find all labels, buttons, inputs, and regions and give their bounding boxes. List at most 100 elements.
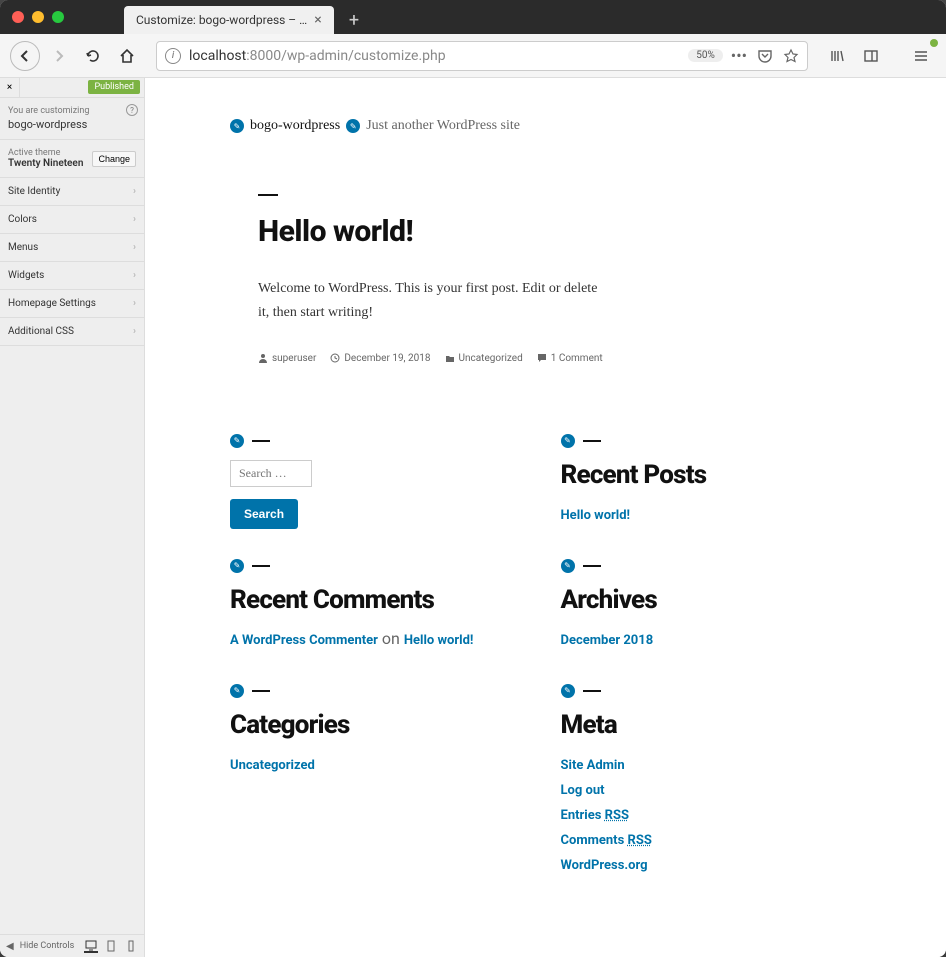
sidebar-icon[interactable] [856,41,886,71]
url-text: localhost:8000/wp-admin/customize.php [189,48,680,64]
edit-shortcut-icon[interactable]: ✎ [561,559,575,573]
zoom-badge[interactable]: 50% [688,49,723,62]
pocket-icon[interactable] [757,48,773,64]
sidebar-item-site-identity[interactable]: Site Identity › [0,178,144,206]
widget-recent-comments: ✎ Recent Comments A WordPress Commenter … [230,559,531,654]
tab-title: Customize: bogo-wordpress – Just [136,13,310,27]
post-divider [258,194,278,196]
sidebar-item-label: Colors [8,214,37,225]
minimize-window-icon[interactable] [32,11,44,23]
publish-status: Published [20,78,144,97]
bookmark-icon[interactable] [783,48,799,64]
post-author[interactable]: superuser [272,353,316,364]
chevron-right-icon: › [133,214,136,225]
menu-icon[interactable] [906,41,936,71]
browser-tab[interactable]: Customize: bogo-wordpress – Just × [124,6,334,34]
hide-controls-button[interactable]: Hide Controls [20,941,78,951]
site-title[interactable]: bogo-wordpress [250,118,340,134]
search-button[interactable]: Search [230,499,298,529]
url-field[interactable]: i localhost:8000/wp-admin/customize.php … [156,41,808,71]
tab-close-icon[interactable]: × [310,12,326,28]
customizing-label: You are customizing [8,106,136,116]
edit-shortcut-icon[interactable]: ✎ [561,684,575,698]
meta-logout-link[interactable]: Log out [561,783,605,798]
widget-search: ✎ Search [230,434,531,529]
site-name-label: bogo-wordpress [8,118,136,131]
edit-shortcut-icon[interactable]: ✎ [230,434,244,448]
tablet-preview-icon[interactable] [104,939,118,953]
close-customizer-button[interactable]: × [0,78,20,97]
edit-shortcut-icon[interactable]: ✎ [230,559,244,573]
url-path: :8000/wp-admin/customize.php [246,48,445,64]
sidebar-item-colors[interactable]: Colors › [0,206,144,234]
archive-link[interactable]: December 2018 [561,633,654,648]
site-tagline: Just another WordPress site [366,118,520,134]
widget-archives: ✎ Archives December 2018 [561,559,862,654]
site-header: ✎ bogo-wordpress ✎ Just another WordPres… [230,118,861,134]
library-icon[interactable] [822,41,852,71]
new-tab-button[interactable]: + [340,6,368,34]
content-area: × Published You are customizing bogo-wor… [0,78,946,957]
comment-post-link[interactable]: Hello world! [404,633,474,648]
chevron-right-icon: › [133,242,136,253]
site-preview: ✎ bogo-wordpress ✎ Just another WordPres… [145,78,946,957]
meta-site-admin-link[interactable]: Site Admin [561,758,625,773]
edit-shortcut-icon[interactable]: ✎ [346,119,360,133]
search-input[interactable] [230,460,312,487]
edit-shortcut-icon[interactable]: ✎ [561,434,575,448]
commenter-link[interactable]: A WordPress Commenter [230,633,378,648]
sidebar-footer: ◀ Hide Controls [0,934,144,957]
site-info-icon[interactable]: i [165,48,181,64]
post-title[interactable]: Hello world! [258,214,861,249]
sidebar-item-label: Site Identity [8,186,60,197]
sidebar-item-label: Menus [8,242,38,253]
change-theme-button[interactable]: Change [92,151,136,167]
collapse-icon[interactable]: ◀ [6,941,14,952]
desktop-preview-icon[interactable] [84,939,98,953]
post-body: Welcome to WordPress. This is your first… [258,277,598,325]
post-comments[interactable]: 1 Comment [551,353,603,364]
chevron-right-icon: › [133,186,136,197]
widget-title: Categories [230,710,531,740]
date-icon [330,353,340,363]
widgets-area: ✎ Search ✎ Recent Posts Hello world! ✎ R… [230,434,861,879]
help-icon[interactable]: ? [126,104,138,116]
meta-wporg-link[interactable]: WordPress.org [561,858,648,873]
forward-button[interactable] [44,41,74,71]
mobile-preview-icon[interactable] [124,939,138,953]
browser-window: Customize: bogo-wordpress – Just × + i l… [0,0,946,957]
author-icon [258,353,268,363]
published-badge: Published [88,80,140,94]
widget-categories: ✎ Categories Uncategorized [230,684,531,879]
recent-comment-item: A WordPress Commenter on Hello world! [230,629,531,648]
close-window-icon[interactable] [12,11,24,23]
post-category[interactable]: Uncategorized [459,353,523,364]
browser-tabs: Customize: bogo-wordpress – Just × + [124,0,368,34]
traffic-lights [12,11,64,23]
category-link[interactable]: Uncategorized [230,758,315,773]
maximize-window-icon[interactable] [52,11,64,23]
reload-button[interactable] [78,41,108,71]
home-button[interactable] [112,41,142,71]
comment-icon [537,353,547,363]
edit-shortcut-icon[interactable]: ✎ [230,684,244,698]
widget-recent-posts: ✎ Recent Posts Hello world! [561,434,862,529]
post-date: December 19, 2018 [344,353,430,364]
meta-entries-rss-link[interactable]: Entries RSS [561,808,629,823]
more-icon[interactable]: ••• [731,46,747,65]
theme-section[interactable]: Active theme Twenty Nineteen Change [0,140,144,178]
on-text: on [378,629,404,648]
widget-title: Recent Posts [561,460,862,490]
edit-shortcut-icon[interactable]: ✎ [230,119,244,133]
sidebar-item-widgets[interactable]: Widgets› [0,262,144,290]
sidebar-item-label: Homepage Settings [8,298,96,309]
sidebar-item-homepage[interactable]: Homepage Settings › [0,290,144,318]
sidebar-item-css[interactable]: Additional CSS› [0,318,144,346]
chevron-right-icon: › [133,298,136,309]
widget-title: Archives [561,585,862,615]
sidebar-item-menus[interactable]: Menus › [0,234,144,262]
back-button[interactable] [10,41,40,71]
chevron-right-icon: › [133,326,136,337]
recent-post-link[interactable]: Hello world! [561,508,631,523]
meta-comments-rss-link[interactable]: Comments RSS [561,833,652,848]
